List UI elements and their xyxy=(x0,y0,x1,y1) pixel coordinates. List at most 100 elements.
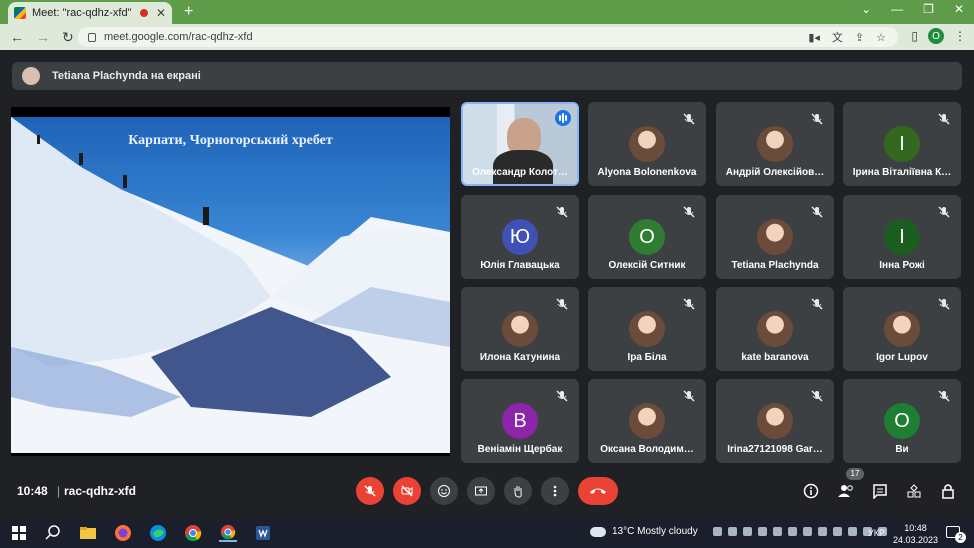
avatar xyxy=(502,311,538,347)
meeting-details-button[interactable] xyxy=(801,481,821,501)
share-icon[interactable]: ⇪ xyxy=(855,31,864,44)
close-tab-icon[interactable]: ✕ xyxy=(156,6,166,20)
participant-tile[interactable]: Оксана Володим… xyxy=(588,379,706,463)
participant-name: Irina27121098 Gar… xyxy=(727,444,823,455)
bluetooth-icon[interactable] xyxy=(803,527,812,536)
avatar xyxy=(629,126,665,162)
muted-mic-icon xyxy=(810,389,824,403)
bookmark-star-icon[interactable]: ☆ xyxy=(876,31,886,44)
clock-date: 24.03.2023 xyxy=(893,535,939,545)
participant-tile[interactable]: kate baranova xyxy=(716,287,834,371)
tab-title: Meet: "rac-qdhz-xfd" xyxy=(32,7,132,19)
tray-app-icon[interactable] xyxy=(818,527,827,536)
participant-name: Іра Біла xyxy=(627,352,667,363)
windows-start-icon[interactable] xyxy=(10,524,28,542)
muted-mic-icon xyxy=(555,297,569,311)
participant-tile[interactable]: Андрій Олексійов… xyxy=(716,102,834,186)
participant-tile[interactable]: Олександр Колот… xyxy=(461,102,579,186)
browser-tab[interactable]: Meet: "rac-qdhz-xfd" ✕ xyxy=(8,2,172,24)
camera-off-icon xyxy=(401,485,413,497)
participant-tile[interactable]: Alyona Bolonenkova xyxy=(588,102,706,186)
tab-search-icon[interactable]: ⌄ xyxy=(861,2,871,16)
participant-tile[interactable]: Igor Lupov xyxy=(843,287,961,371)
language-indicator[interactable]: УКР xyxy=(868,528,885,538)
word-icon[interactable] xyxy=(254,524,272,542)
participant-tile[interactable]: О Олексій Ситник xyxy=(588,195,706,279)
participant-name: Олексій Ситник xyxy=(608,260,686,271)
tray-app-icon[interactable] xyxy=(773,527,782,536)
browser-menu-icon[interactable]: ⋮ xyxy=(954,29,966,43)
participant-tile[interactable]: І Інна Рожі xyxy=(843,195,961,279)
chat-button[interactable] xyxy=(870,481,890,501)
participant-tile[interactable]: В Веніамін Щербак xyxy=(461,379,579,463)
lock-person-icon xyxy=(942,484,954,499)
participant-tile[interactable]: Іра Біла xyxy=(588,287,706,371)
chrome-profile-icon[interactable] xyxy=(219,524,237,542)
volume-icon[interactable] xyxy=(848,527,857,536)
participant-tile[interactable]: О Ви xyxy=(843,379,961,463)
muted-mic-icon xyxy=(810,205,824,219)
avatar xyxy=(884,311,920,347)
clock-time: 10:48 xyxy=(904,523,927,533)
new-tab-button[interactable]: + xyxy=(184,3,193,21)
lock-icon[interactable] xyxy=(88,32,96,42)
windows-taskbar: 13°C Mostly cloudy УКР 10:48 24.03.2023 … xyxy=(0,518,974,548)
raise-hand-button[interactable] xyxy=(504,477,532,505)
people-button[interactable] xyxy=(836,481,856,501)
tray-app-icon[interactable] xyxy=(788,527,797,536)
wifi-icon[interactable] xyxy=(713,527,722,536)
viber-icon[interactable] xyxy=(743,527,752,536)
chrome-icon[interactable] xyxy=(184,524,202,542)
participant-tile[interactable]: І Ірина Віталіївна К… xyxy=(843,102,961,186)
host-controls-button[interactable] xyxy=(938,481,958,501)
avatar xyxy=(757,403,793,439)
reactions-button[interactable] xyxy=(430,477,458,505)
edge-icon[interactable] xyxy=(149,524,167,542)
browser-tab-bar: Meet: "rac-qdhz-xfd" ✕ + ⌄ — ❐ ✕ xyxy=(0,0,974,24)
maximize-button[interactable]: ❐ xyxy=(923,2,934,16)
present-screen-button[interactable] xyxy=(467,477,495,505)
leave-call-button[interactable] xyxy=(578,477,618,505)
presenter-avatar xyxy=(22,67,40,85)
more-options-button[interactable] xyxy=(541,477,569,505)
profile-avatar[interactable]: O xyxy=(928,28,944,44)
participant-tile[interactable]: Irina27121098 Gar… xyxy=(716,379,834,463)
minimize-button[interactable]: — xyxy=(891,2,903,16)
participant-name: Андрій Олексійов… xyxy=(725,167,825,178)
camera-off-button[interactable] xyxy=(393,477,421,505)
avatar: І xyxy=(884,219,920,255)
activities-button[interactable] xyxy=(904,481,924,501)
side-panel-icon[interactable]: ▯ xyxy=(911,29,918,43)
file-explorer-icon[interactable] xyxy=(79,524,97,542)
translate-icon[interactable]: 文 xyxy=(832,29,843,45)
muted-mic-icon xyxy=(810,297,824,311)
taskbar-clock[interactable]: 10:48 24.03.2023 xyxy=(893,522,938,546)
avatar: І xyxy=(884,126,920,162)
meeting-code: rac-qdhz-xfd xyxy=(64,484,136,498)
url-field[interactable]: meet.google.com/rac-qdhz-xfd ▮◂ 文 ⇪ ☆ xyxy=(78,27,898,47)
participant-name: Ірина Віталіївна К… xyxy=(852,167,952,178)
search-icon[interactable] xyxy=(44,524,62,542)
tray-app-icon[interactable] xyxy=(758,527,767,536)
participant-tile[interactable]: Ю Юлія Главацька xyxy=(461,195,579,279)
weather-widget[interactable]: 13°C Mostly cloudy xyxy=(590,526,698,537)
meet-favicon-icon xyxy=(14,7,26,19)
separator: | xyxy=(57,484,61,498)
avatar: Ю xyxy=(502,219,538,255)
microphone-off-button[interactable] xyxy=(356,477,384,505)
tray-app-icon[interactable] xyxy=(728,527,737,536)
participant-name: Олександр Колот… xyxy=(472,167,568,178)
camera-icon[interactable]: ▮◂ xyxy=(808,31,820,44)
muted-mic-icon xyxy=(555,205,569,219)
back-button[interactable]: ← xyxy=(10,29,26,45)
microphone-icon[interactable] xyxy=(833,527,842,536)
close-window-button[interactable]: ✕ xyxy=(954,2,964,16)
participant-tile[interactable]: Илона Катунина xyxy=(461,287,579,371)
participant-tile[interactable]: Tetiana Plachynda xyxy=(716,195,834,279)
participant-name: Веніамін Щербак xyxy=(477,444,563,455)
forward-button[interactable]: → xyxy=(36,29,52,45)
presenting-banner: Tetiana Plachynda на екрані xyxy=(12,62,962,90)
firefox-icon[interactable] xyxy=(114,524,132,542)
presentation-view[interactable]: Карпати, Чорногорський хребет xyxy=(11,107,450,456)
reload-button[interactable]: ↻ xyxy=(62,29,78,46)
